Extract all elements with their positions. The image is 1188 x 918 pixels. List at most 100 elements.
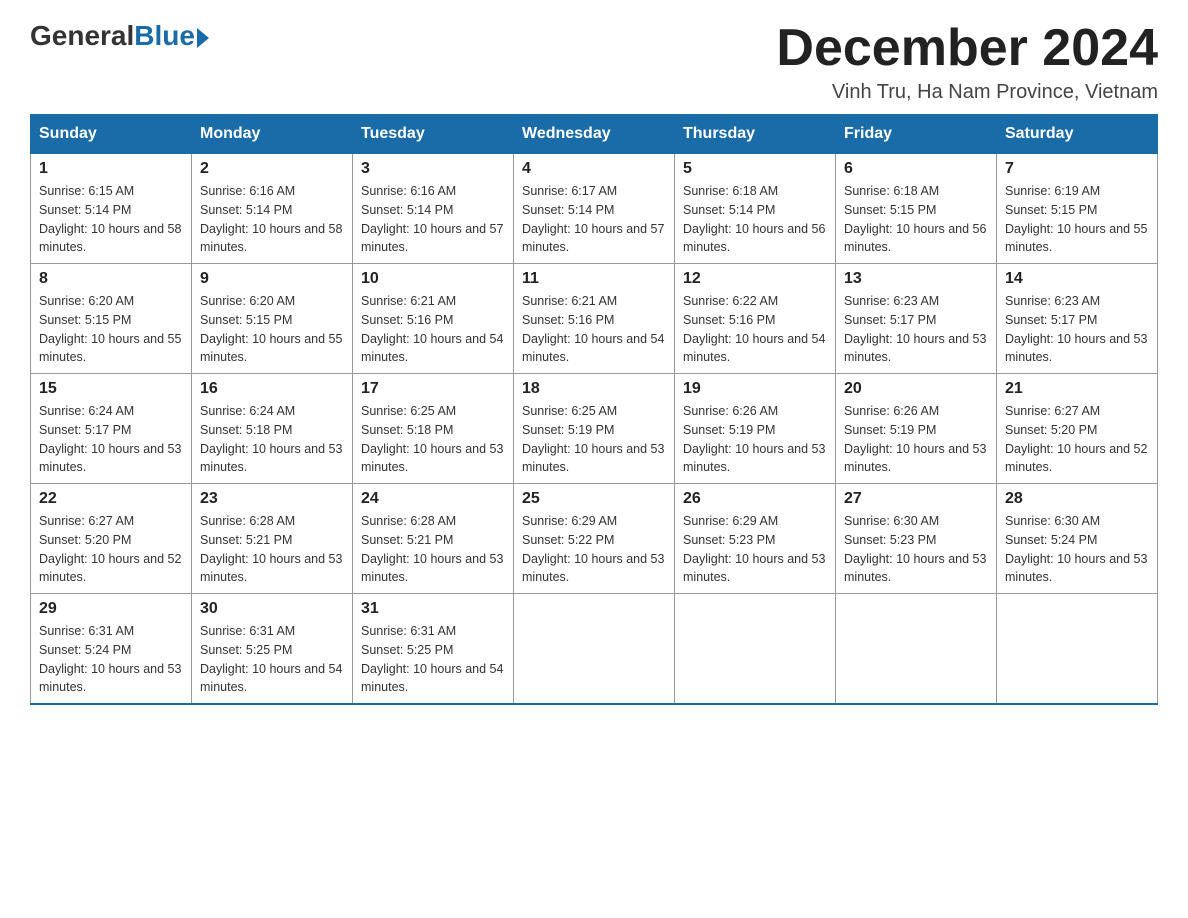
day-number: 11	[522, 270, 666, 288]
calendar-cell: 17Sunrise: 6:25 AMSunset: 5:18 PMDayligh…	[353, 374, 514, 484]
day-info: Sunrise: 6:22 AMSunset: 5:16 PMDaylight:…	[683, 292, 827, 367]
calendar-cell: 31 Sunrise: 6:31 AMSunset: 5:25 PMDayligh…	[353, 594, 514, 705]
calendar-cell: 9 Sunrise: 6:20 AMSunset: 5:15 PMDaylight…	[192, 264, 353, 374]
day-info: Sunrise: 6:20 AMSunset: 5:15 PMDaylight:…	[200, 292, 344, 367]
day-number: 5	[683, 160, 827, 178]
month-title: December 2024	[776, 20, 1158, 77]
logo-general-text: General	[30, 20, 134, 52]
day-info: Sunrise: 6:31 AMSunset: 5:25 PMDaylight:…	[361, 622, 505, 697]
day-info: Sunrise: 6:29 AMSunset: 5:23 PMDaylight:…	[683, 512, 827, 587]
day-info: Sunrise: 6:19 AMSunset: 5:15 PMDaylight:…	[1005, 182, 1149, 257]
day-number: 26	[683, 490, 827, 508]
logo-blue-text: Blue	[134, 20, 195, 52]
day-info: Sunrise: 6:26 AMSunset: 5:19 PMDaylight:…	[683, 402, 827, 477]
calendar-cell: 20 Sunrise: 6:26 AMSunset: 5:19 PMDayligh…	[836, 374, 997, 484]
logo-blue-part: Blue	[134, 20, 209, 52]
page-header: General Blue December 2024 Vinh Tru, Ha …	[30, 20, 1158, 104]
day-number: 6	[844, 160, 988, 178]
day-info: Sunrise: 6:31 AMSunset: 5:24 PMDaylight:…	[39, 622, 183, 697]
day-info: Sunrise: 6:28 AMSunset: 5:21 PMDaylight:…	[200, 512, 344, 587]
calendar-week-row: 22Sunrise: 6:27 AMSunset: 5:20 PMDayligh…	[31, 484, 1158, 594]
day-number: 8	[39, 270, 183, 288]
day-number: 29	[39, 600, 183, 618]
weekday-header-monday: Monday	[192, 115, 353, 154]
calendar-cell: 26 Sunrise: 6:29 AMSunset: 5:23 PMDayligh…	[675, 484, 836, 594]
calendar-cell	[514, 594, 675, 705]
calendar-cell: 14Sunrise: 6:23 AMSunset: 5:17 PMDayligh…	[997, 264, 1158, 374]
calendar-week-row: 1Sunrise: 6:15 AMSunset: 5:14 PMDaylight…	[31, 154, 1158, 264]
calendar-cell: 22Sunrise: 6:27 AMSunset: 5:20 PMDayligh…	[31, 484, 192, 594]
day-number: 2	[200, 160, 344, 178]
title-block: December 2024 Vinh Tru, Ha Nam Province,…	[776, 20, 1158, 104]
day-number: 27	[844, 490, 988, 508]
calendar-table: SundayMondayTuesdayWednesdayThursdayFrid…	[30, 114, 1158, 705]
calendar-cell: 30 Sunrise: 6:31 AMSunset: 5:25 PMDayligh…	[192, 594, 353, 705]
day-info: Sunrise: 6:25 AMSunset: 5:19 PMDaylight:…	[522, 402, 666, 477]
calendar-cell: 29 Sunrise: 6:31 AMSunset: 5:24 PMDayligh…	[31, 594, 192, 705]
day-number: 31	[361, 600, 505, 618]
day-number: 17	[361, 380, 505, 398]
calendar-cell: 21 Sunrise: 6:27 AMSunset: 5:20 PMDayligh…	[997, 374, 1158, 484]
weekday-header-sunday: Sunday	[31, 115, 192, 154]
calendar-week-row: 8 Sunrise: 6:20 AMSunset: 5:15 PMDaylight…	[31, 264, 1158, 374]
day-info: Sunrise: 6:31 AMSunset: 5:25 PMDaylight:…	[200, 622, 344, 697]
day-info: Sunrise: 6:17 AMSunset: 5:14 PMDaylight:…	[522, 182, 666, 257]
weekday-header-saturday: Saturday	[997, 115, 1158, 154]
calendar-cell: 13 Sunrise: 6:23 AMSunset: 5:17 PMDayligh…	[836, 264, 997, 374]
day-number: 18	[522, 380, 666, 398]
calendar-cell	[675, 594, 836, 705]
day-number: 23	[200, 490, 344, 508]
day-info: Sunrise: 6:24 AMSunset: 5:18 PMDaylight:…	[200, 402, 344, 477]
calendar-header-row: SundayMondayTuesdayWednesdayThursdayFrid…	[31, 115, 1158, 154]
day-info: Sunrise: 6:20 AMSunset: 5:15 PMDaylight:…	[39, 292, 183, 367]
calendar-cell: 25 Sunrise: 6:29 AMSunset: 5:22 PMDayligh…	[514, 484, 675, 594]
day-number: 13	[844, 270, 988, 288]
day-info: Sunrise: 6:23 AMSunset: 5:17 PMDaylight:…	[844, 292, 988, 367]
calendar-cell: 15Sunrise: 6:24 AMSunset: 5:17 PMDayligh…	[31, 374, 192, 484]
weekday-header-wednesday: Wednesday	[514, 115, 675, 154]
calendar-week-row: 29 Sunrise: 6:31 AMSunset: 5:24 PMDayligh…	[31, 594, 1158, 705]
day-info: Sunrise: 6:27 AMSunset: 5:20 PMDaylight:…	[1005, 402, 1149, 477]
weekday-header-thursday: Thursday	[675, 115, 836, 154]
day-number: 12	[683, 270, 827, 288]
day-info: Sunrise: 6:29 AMSunset: 5:22 PMDaylight:…	[522, 512, 666, 587]
logo: General Blue	[30, 20, 209, 52]
day-number: 9	[200, 270, 344, 288]
calendar-cell: 12 Sunrise: 6:22 AMSunset: 5:16 PMDayligh…	[675, 264, 836, 374]
day-number: 24	[361, 490, 505, 508]
day-number: 20	[844, 380, 988, 398]
calendar-cell: 24Sunrise: 6:28 AMSunset: 5:21 PMDayligh…	[353, 484, 514, 594]
calendar-week-row: 15Sunrise: 6:24 AMSunset: 5:17 PMDayligh…	[31, 374, 1158, 484]
calendar-cell: 3 Sunrise: 6:16 AMSunset: 5:14 PMDaylight…	[353, 154, 514, 264]
day-number: 10	[361, 270, 505, 288]
day-number: 4	[522, 160, 666, 178]
calendar-cell: 27Sunrise: 6:30 AMSunset: 5:23 PMDayligh…	[836, 484, 997, 594]
calendar-cell: 16Sunrise: 6:24 AMSunset: 5:18 PMDayligh…	[192, 374, 353, 484]
day-number: 21	[1005, 380, 1149, 398]
day-info: Sunrise: 6:27 AMSunset: 5:20 PMDaylight:…	[39, 512, 183, 587]
weekday-header-friday: Friday	[836, 115, 997, 154]
calendar-cell: 23 Sunrise: 6:28 AMSunset: 5:21 PMDayligh…	[192, 484, 353, 594]
calendar-cell: 5Sunrise: 6:18 AMSunset: 5:14 PMDaylight…	[675, 154, 836, 264]
calendar-cell	[836, 594, 997, 705]
day-info: Sunrise: 6:16 AMSunset: 5:14 PMDaylight:…	[200, 182, 344, 257]
calendar-cell: 2 Sunrise: 6:16 AMSunset: 5:14 PMDaylight…	[192, 154, 353, 264]
day-number: 19	[683, 380, 827, 398]
calendar-cell: 10 Sunrise: 6:21 AMSunset: 5:16 PMDayligh…	[353, 264, 514, 374]
day-info: Sunrise: 6:16 AMSunset: 5:14 PMDaylight:…	[361, 182, 505, 257]
calendar-cell: 4 Sunrise: 6:17 AMSunset: 5:14 PMDaylight…	[514, 154, 675, 264]
day-info: Sunrise: 6:26 AMSunset: 5:19 PMDaylight:…	[844, 402, 988, 477]
day-number: 3	[361, 160, 505, 178]
calendar-cell: 18 Sunrise: 6:25 AMSunset: 5:19 PMDayligh…	[514, 374, 675, 484]
day-number: 30	[200, 600, 344, 618]
day-number: 25	[522, 490, 666, 508]
day-info: Sunrise: 6:21 AMSunset: 5:16 PMDaylight:…	[361, 292, 505, 367]
weekday-header-tuesday: Tuesday	[353, 115, 514, 154]
day-number: 7	[1005, 160, 1149, 178]
day-number: 28	[1005, 490, 1149, 508]
logo-arrow-icon	[197, 28, 209, 48]
calendar-cell: 11Sunrise: 6:21 AMSunset: 5:16 PMDayligh…	[514, 264, 675, 374]
day-info: Sunrise: 6:30 AMSunset: 5:24 PMDaylight:…	[1005, 512, 1149, 587]
calendar-cell: 28 Sunrise: 6:30 AMSunset: 5:24 PMDayligh…	[997, 484, 1158, 594]
calendar-cell: 7 Sunrise: 6:19 AMSunset: 5:15 PMDaylight…	[997, 154, 1158, 264]
